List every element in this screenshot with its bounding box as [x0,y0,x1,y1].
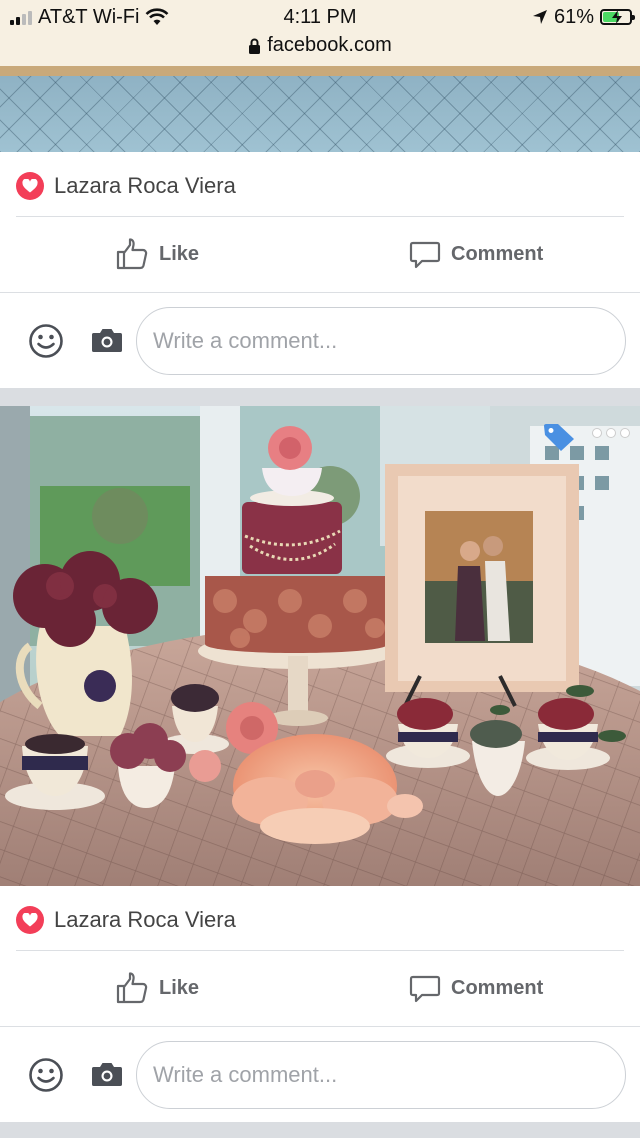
url-text: facebook.com [267,34,392,56]
reaction-name: Lazara Roca Viera [54,173,236,198]
thumbs-up-icon [116,238,148,270]
comment-input[interactable] [136,307,626,375]
love-reaction-icon [16,906,44,934]
status-bar: AT&T Wi-Fi 4:11 PM 61% facebook.com [0,0,640,66]
reactions-summary[interactable]: Lazara Roca Viera [16,172,236,200]
post-photo-previous[interactable] [0,66,640,152]
post-footer: Lazara Roca Viera Like Comment [0,886,640,1122]
comment-label: Comment [451,242,544,265]
battery-icon [600,9,635,25]
location-icon [532,10,547,24]
emoji-smiley-icon[interactable] [28,1057,64,1093]
post-actions: Like Comment [0,950,640,1026]
love-reaction-icon [16,172,44,200]
reaction-name: Lazara Roca Viera [54,907,236,932]
address-bar[interactable]: facebook.com [0,34,640,57]
like-button[interactable]: Like [115,216,199,292]
comment-composer [0,293,640,388]
post-photo[interactable] [0,406,640,886]
emoji-smiley-icon[interactable] [28,323,64,359]
like-label: Like [159,976,200,999]
like-label: Like [159,242,200,265]
comment-label: Comment [451,976,544,999]
status-right: 61% [532,5,635,29]
comment-bubble-icon [409,975,441,1003]
camera-icon[interactable] [91,327,123,353]
camera-icon[interactable] [91,1061,123,1087]
lock-icon [249,38,261,54]
tag-icon[interactable] [542,422,576,452]
reactions-summary[interactable]: Lazara Roca Viera [16,906,236,934]
post-photo-image [0,406,640,886]
clock-time: 4:11 PM [283,5,357,28]
comment-bubble-icon [409,241,441,269]
comment-button[interactable]: Comment [409,950,543,1026]
more-options-icon[interactable] [592,428,630,438]
like-button[interactable]: Like [115,950,199,1026]
comment-button[interactable]: Comment [409,216,543,292]
post-actions: Like Comment [0,216,640,292]
battery-percent: 61% [553,5,594,28]
thumbs-up-icon [116,972,148,1004]
comment-composer [0,1027,640,1122]
comment-input[interactable] [136,1041,626,1109]
post-footer: Lazara Roca Viera Like Comment [0,152,640,388]
